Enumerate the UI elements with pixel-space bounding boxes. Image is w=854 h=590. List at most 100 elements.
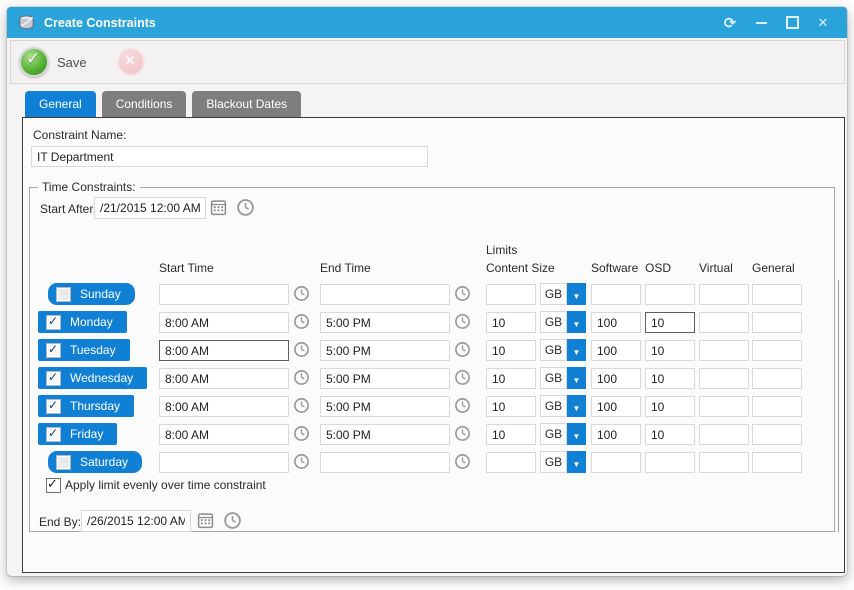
general-limit-input[interactable] (752, 284, 802, 305)
general-limit-input[interactable] (752, 340, 802, 361)
maximize-icon[interactable] (784, 15, 800, 31)
unit-select-value[interactable]: GB (540, 367, 567, 389)
end-time-input[interactable] (320, 452, 450, 473)
day-toggle-button[interactable]: Monday (38, 311, 127, 333)
start-time-input[interactable] (159, 452, 289, 473)
end-time-clock-button[interactable] (454, 313, 471, 330)
virtual-limit-input[interactable] (699, 396, 749, 417)
general-limit-input[interactable] (752, 396, 802, 417)
osd-limit-input[interactable] (645, 368, 695, 389)
day-checkbox[interactable] (56, 455, 71, 470)
general-limit-input[interactable] (752, 368, 802, 389)
cancel-button[interactable] (117, 48, 145, 76)
start-after-clock-button[interactable] (236, 198, 255, 217)
osd-limit-input[interactable] (645, 452, 695, 473)
osd-limit-input[interactable] (645, 396, 695, 417)
save-button[interactable]: Save (19, 47, 87, 77)
day-checkbox[interactable] (46, 399, 61, 414)
content-size-input[interactable] (486, 284, 536, 305)
start-after-calendar-button[interactable] (210, 199, 227, 216)
software-limit-input[interactable] (591, 424, 641, 445)
end-time-clock-button[interactable] (454, 341, 471, 358)
unit-dropdown-arrow-icon[interactable] (567, 311, 586, 333)
general-limit-input[interactable] (752, 452, 802, 473)
refresh-icon[interactable] (722, 15, 738, 31)
start-time-input[interactable] (159, 368, 289, 389)
unit-select-value[interactable]: GB (540, 395, 567, 417)
end-time-input[interactable] (320, 424, 450, 445)
unit-dropdown-arrow-icon[interactable] (567, 423, 586, 445)
unit-dropdown-arrow-icon[interactable] (567, 283, 586, 305)
virtual-limit-input[interactable] (699, 424, 749, 445)
software-limit-input[interactable] (591, 312, 641, 333)
end-time-input[interactable] (320, 284, 450, 305)
osd-limit-input[interactable] (645, 284, 695, 305)
day-checkbox[interactable] (46, 315, 61, 330)
start-after-input[interactable] (94, 197, 206, 219)
content-size-input[interactable] (486, 368, 536, 389)
day-checkbox[interactable] (56, 287, 71, 302)
day-toggle-button[interactable]: Thursday (38, 395, 134, 417)
osd-limit-input[interactable] (645, 340, 695, 361)
start-time-clock-button[interactable] (293, 369, 310, 386)
software-limit-input[interactable] (591, 368, 641, 389)
start-time-input[interactable] (159, 396, 289, 417)
day-toggle-button[interactable]: Wednesday (38, 367, 147, 389)
end-by-calendar-button[interactable] (197, 512, 214, 529)
start-time-input[interactable] (159, 284, 289, 305)
day-toggle-button[interactable]: Sunday (48, 283, 135, 305)
tab-blackout-dates[interactable]: Blackout Dates (192, 91, 301, 117)
software-limit-input[interactable] (591, 340, 641, 361)
software-limit-input[interactable] (591, 452, 641, 473)
day-checkbox[interactable] (46, 427, 61, 442)
end-time-input[interactable] (320, 396, 450, 417)
content-size-input[interactable] (486, 424, 536, 445)
minimize-icon[interactable] (753, 15, 769, 31)
day-toggle-button[interactable]: Saturday (48, 451, 142, 473)
day-checkbox[interactable] (46, 343, 61, 358)
unit-select-value[interactable]: GB (540, 451, 567, 473)
day-checkbox[interactable] (46, 371, 61, 386)
apply-limit-checkbox[interactable] (46, 478, 61, 493)
end-time-clock-button[interactable] (454, 453, 471, 470)
start-time-input[interactable] (159, 312, 289, 333)
start-time-clock-button[interactable] (293, 313, 310, 330)
close-icon[interactable] (815, 15, 831, 31)
tab-general[interactable]: General (25, 91, 96, 117)
unit-dropdown-arrow-icon[interactable] (567, 339, 586, 361)
content-size-input[interactable] (486, 452, 536, 473)
start-time-input[interactable] (159, 424, 289, 445)
start-time-input[interactable] (159, 340, 289, 361)
unit-select-value[interactable]: GB (540, 339, 567, 361)
start-time-clock-button[interactable] (293, 397, 310, 414)
constraint-name-input[interactable] (31, 146, 428, 167)
virtual-limit-input[interactable] (699, 340, 749, 361)
start-time-clock-button[interactable] (293, 453, 310, 470)
unit-select-value[interactable]: GB (540, 423, 567, 445)
end-time-clock-button[interactable] (454, 397, 471, 414)
virtual-limit-input[interactable] (699, 284, 749, 305)
virtual-limit-input[interactable] (699, 452, 749, 473)
start-time-clock-button[interactable] (293, 425, 310, 442)
end-time-clock-button[interactable] (454, 425, 471, 442)
end-time-input[interactable] (320, 340, 450, 361)
virtual-limit-input[interactable] (699, 368, 749, 389)
unit-dropdown-arrow-icon[interactable] (567, 395, 586, 417)
end-time-clock-button[interactable] (454, 369, 471, 386)
unit-select-value[interactable]: GB (540, 283, 567, 305)
start-time-clock-button[interactable] (293, 341, 310, 358)
end-time-clock-button[interactable] (454, 285, 471, 302)
virtual-limit-input[interactable] (699, 312, 749, 333)
software-limit-input[interactable] (591, 396, 641, 417)
unit-dropdown-arrow-icon[interactable] (567, 367, 586, 389)
content-size-input[interactable] (486, 312, 536, 333)
general-limit-input[interactable] (752, 424, 802, 445)
day-toggle-button[interactable]: Tuesday (38, 339, 130, 361)
end-time-input[interactable] (320, 312, 450, 333)
end-time-input[interactable] (320, 368, 450, 389)
general-limit-input[interactable] (752, 312, 802, 333)
start-time-clock-button[interactable] (293, 285, 310, 302)
day-toggle-button[interactable]: Friday (38, 423, 117, 445)
osd-limit-input[interactable] (645, 312, 695, 333)
software-limit-input[interactable] (591, 284, 641, 305)
